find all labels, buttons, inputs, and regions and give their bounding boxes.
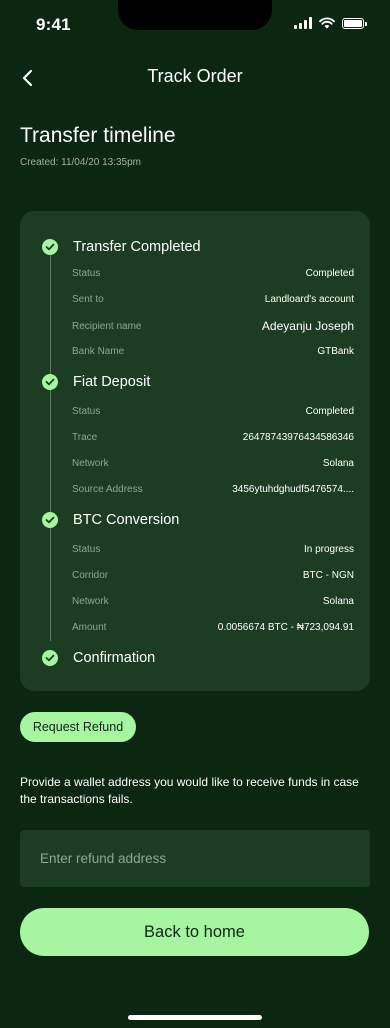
detail-row: Source Address 3456ytuhdghudf5476574....	[72, 484, 354, 495]
detail-row: Sent to Landloard's account	[72, 294, 354, 305]
step-label: BTC Conversion	[73, 512, 180, 528]
status-icons	[294, 17, 367, 29]
step-label: Transfer Completed	[73, 239, 201, 255]
detail-value: BTC - NGN	[302, 570, 354, 581]
step-label: Fiat Deposit	[73, 374, 151, 390]
detail-value: GTBank	[317, 346, 354, 357]
detail-label: Status	[72, 406, 101, 417]
refund-description: Provide a wallet address you would like …	[20, 775, 359, 806]
cellular-signal-icon	[294, 17, 312, 29]
timeline-step-btc-conversion: BTC Conversion	[42, 512, 179, 528]
detail-value: Completed	[305, 268, 354, 279]
detail-value: Landloard's account	[264, 294, 354, 305]
detail-value: Completed	[305, 406, 354, 417]
timeline-step-confirmation: Confirmation	[42, 650, 155, 666]
battery-icon	[342, 17, 367, 29]
detail-row: Trace 2647874397643458634​6	[72, 432, 354, 443]
detail-label: Status	[72, 268, 101, 279]
home-indicator	[128, 1015, 262, 1020]
detail-row: Network Solana	[72, 596, 354, 607]
detail-row: Status Completed	[72, 268, 354, 279]
wifi-icon	[319, 17, 335, 29]
request-refund-button[interactable]: Request Refund	[20, 712, 136, 742]
check-circle-icon	[42, 374, 58, 390]
detail-row: Network Solana	[72, 458, 354, 469]
track-order-screen: 9:41 Track Order Transfer timeline Creat…	[0, 0, 390, 1028]
detail-row: Recipient name Adeyanju Joseph	[72, 319, 354, 333]
timeline-step-transfer-completed: Transfer Completed	[42, 239, 201, 255]
detail-row: Status Completed	[72, 406, 354, 417]
detail-label: Network	[72, 458, 109, 469]
device-notch	[118, 0, 272, 30]
header-title: Track Order	[147, 66, 243, 86]
detail-value: 2647874397643458634​6	[242, 432, 354, 443]
timeline-step-fiat-deposit: Fiat Deposit	[42, 374, 150, 390]
detail-value: 3456ytuhdghudf5476574....	[232, 484, 354, 495]
timeline-connector	[50, 255, 51, 641]
check-circle-icon	[42, 512, 58, 528]
detail-value: 0.0056674 BTC - ₦723,094.91	[217, 622, 354, 633]
detail-label: Recipient name	[72, 320, 142, 332]
timeline-card: Transfer Completed Status Completed Sent…	[20, 211, 370, 691]
detail-label: Source Address	[72, 484, 143, 495]
detail-label: Trace	[72, 432, 98, 443]
refund-address-input[interactable]	[20, 830, 370, 887]
detail-row: Status In progress	[72, 544, 354, 555]
detail-value: Adeyanju Joseph	[261, 319, 354, 333]
status-time: 9:41	[36, 15, 71, 34]
detail-row: Corridor BTC - NGN	[72, 570, 354, 581]
detail-label: Sent to	[72, 294, 104, 305]
detail-value: Solana	[322, 458, 354, 469]
detail-label: Amount	[72, 622, 107, 633]
detail-label: Network	[72, 596, 109, 607]
back-to-home-button[interactable]: Back to home	[20, 908, 369, 956]
detail-row: Amount 0.0056674 BTC - ₦723,094.91	[72, 622, 354, 633]
check-circle-icon	[42, 650, 58, 666]
detail-label: Bank Name	[72, 346, 125, 357]
detail-label: Corridor	[72, 570, 109, 581]
detail-value: Solana	[322, 596, 354, 607]
page-title: Transfer timeline	[20, 124, 176, 147]
created-timestamp: Created: 11/04/20 13:35pm	[20, 157, 142, 168]
detail-label: Status	[72, 544, 101, 555]
detail-row: Bank Name GTBank	[72, 346, 354, 357]
step-label: Confirmation	[73, 650, 156, 666]
detail-value: In progress	[303, 544, 354, 555]
check-circle-icon	[42, 239, 58, 255]
